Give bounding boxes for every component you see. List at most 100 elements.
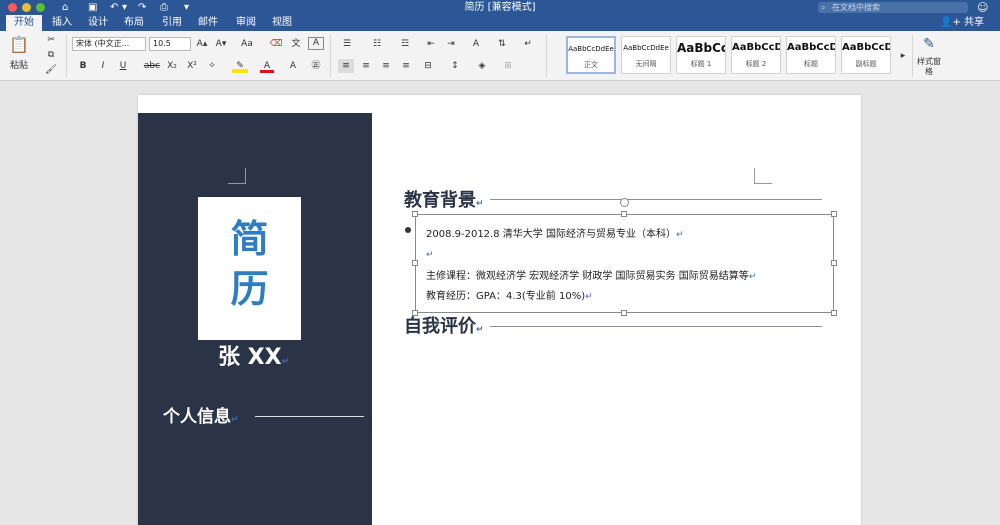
education-line[interactable]: 2008.9-2012.8 清华大学 国际经济与贸易专业（本科）↵ (426, 228, 684, 242)
styles-pane-icon[interactable]: ✎ (918, 35, 940, 53)
subscript-button[interactable]: X₂ (164, 59, 180, 73)
copy-icon[interactable]: ⧉ (44, 48, 58, 62)
change-case-button[interactable]: Aa (238, 37, 256, 51)
personal-info-rule (255, 416, 364, 417)
resize-handle[interactable] (831, 310, 837, 316)
paragraph-mark-icon: ↵ (426, 250, 434, 260)
justify-icon[interactable]: ≡ (398, 59, 414, 73)
self-evaluation-rule (490, 326, 822, 327)
styles-gallery-more-icon[interactable]: ▸ (898, 49, 908, 63)
character-border-button[interactable]: A (308, 37, 324, 50)
style-label: 标题 1 (690, 60, 712, 68)
decrease-indent-icon[interactable]: ⇤ (424, 37, 438, 51)
empty-paragraph[interactable]: ↵ (426, 248, 434, 262)
style-preview: AaBbCcD (842, 42, 890, 53)
show-marks-icon[interactable]: ↵ (520, 37, 536, 51)
resize-handle[interactable] (621, 211, 627, 217)
char-shading-icon[interactable]: A (286, 59, 300, 73)
tab-layout[interactable]: 布局 (118, 15, 150, 31)
tab-insert[interactable]: 插入 (46, 15, 78, 31)
self-evaluation-heading[interactable]: 自我评价↵ (404, 315, 484, 342)
shrink-font-button[interactable]: A▾ (213, 37, 229, 51)
search-input[interactable]: ⌕ 在文档中搜索 (818, 2, 968, 13)
sort-icon[interactable]: ⇅ (494, 37, 510, 51)
crop-mark (228, 168, 246, 184)
resize-handle[interactable] (621, 310, 627, 316)
tab-view[interactable]: 视图 (266, 15, 298, 31)
tab-mailings[interactable]: 邮件 (192, 15, 224, 31)
style-subtitle[interactable]: AaBbCcD 副标题 (841, 36, 891, 74)
style-label: 标题 (804, 60, 818, 68)
style-preview: AaBbCcD (732, 42, 780, 53)
crop-mark (754, 168, 772, 184)
divider (912, 35, 913, 77)
strikethrough-button[interactable]: abc (142, 59, 162, 73)
resize-handle[interactable] (412, 211, 418, 217)
title-bar: ⌂ ▣ ↶ ▾ ↷ ⎙ ▾ 简历 [兼容模式] ⌕ 在文档中搜索 ☺ (0, 0, 1000, 15)
resize-handle[interactable] (412, 260, 418, 266)
courses-line[interactable]: 主修课程：微观经济学 宏观经济学 财政学 国际贸易实务 国际贸易结算等↵ (426, 270, 756, 284)
multilevel-list-icon[interactable]: ☲ (396, 37, 414, 51)
paste-label[interactable]: 粘贴 (4, 59, 34, 73)
share-label: 共享 (964, 17, 985, 28)
divider (66, 35, 67, 77)
cut-icon[interactable]: ✂ (44, 33, 58, 47)
tab-references[interactable]: 引用 (156, 15, 188, 31)
paste-icon[interactable]: 📋 (8, 35, 30, 55)
style-heading-2[interactable]: AaBbCcD 标题 2 (731, 36, 781, 74)
education-line-text: 2008.9-2012.8 清华大学 国际经济与贸易专业（本科） (426, 229, 676, 240)
format-painter-icon[interactable]: 🖌 (44, 63, 58, 77)
style-heading-1[interactable]: AaBbCc 标题 1 (676, 36, 726, 74)
underline-button[interactable]: U (116, 59, 130, 73)
borders-icon[interactable]: ⊞ (500, 59, 516, 73)
paragraph-mark-icon: ↵ (281, 357, 290, 367)
education-rule (490, 199, 822, 200)
text-effects-icon[interactable]: ✧ (204, 59, 220, 73)
style-no-spacing[interactable]: AaBbCcDdEe 无间隔 (621, 36, 671, 74)
numbering-icon[interactable]: ☷ (368, 37, 386, 51)
anchor-icon[interactable] (405, 227, 411, 233)
style-label: 无间隔 (635, 60, 657, 68)
shading-icon[interactable]: ◈ (474, 59, 490, 73)
self-evaluation-text: 自我评价 (404, 316, 476, 337)
align-left-icon[interactable]: ≡ (338, 59, 354, 73)
distributed-icon[interactable]: ⊟ (420, 59, 436, 73)
align-center-icon[interactable]: ≡ (358, 59, 374, 73)
paragraph-mark-icon: ↵ (675, 230, 684, 240)
ribbon-tabs: 开始 插入 设计 布局 引用 邮件 审阅 视图 👤+ 共享 (0, 15, 1000, 31)
resize-handle[interactable] (831, 211, 837, 217)
style-normal[interactable]: AaBbCcDdEe 正文 (566, 36, 616, 74)
tab-review[interactable]: 审阅 (230, 15, 262, 31)
photo-box[interactable]: 简 历 (198, 197, 301, 340)
line-spacing-icon[interactable]: ↕ (446, 59, 464, 73)
align-right-icon[interactable]: ≡ (378, 59, 394, 73)
highlight-color-icon[interactable]: ✎ (232, 59, 248, 73)
phonetic-guide-button[interactable]: 文 (288, 37, 304, 51)
font-name-select[interactable]: 宋体 (中文正... (72, 37, 146, 51)
share-button[interactable]: 👤+ 共享 (940, 15, 984, 31)
tab-design[interactable]: 设计 (82, 15, 114, 31)
personal-info-text: 个人信息 (163, 407, 231, 427)
resize-handle[interactable] (831, 260, 837, 266)
font-color-button[interactable]: A (260, 59, 274, 73)
bold-button[interactable]: B (76, 59, 90, 73)
rotate-handle-icon[interactable] (620, 198, 629, 207)
asian-layout-icon[interactable]: A (468, 37, 484, 51)
clear-formatting-icon[interactable]: ⌫ (268, 37, 284, 51)
experience-line[interactable]: 教育经历：GPA：4.3(专业前 10%)↵ (426, 290, 593, 304)
italic-button[interactable]: I (96, 59, 110, 73)
tab-home[interactable]: 开始 (6, 15, 42, 31)
style-label: 标题 2 (745, 60, 767, 68)
personal-info-heading[interactable]: 个人信息↵ (163, 405, 239, 432)
resume-name[interactable]: 张 XX↵ (218, 344, 289, 376)
style-preview: AaBbCcDdEe (568, 45, 614, 53)
superscript-button[interactable]: X² (184, 59, 200, 73)
font-size-select[interactable]: 10.5 (149, 37, 191, 51)
feedback-smiley-icon[interactable]: ☺ (977, 1, 988, 14)
style-title[interactable]: AaBbCcD 标题 (786, 36, 836, 74)
grow-font-button[interactable]: A▴ (194, 37, 210, 51)
styles-pane-button[interactable]: 样式窗格 (914, 57, 944, 77)
enclose-characters-icon[interactable]: ㊣ (308, 59, 324, 73)
increase-indent-icon[interactable]: ⇥ (444, 37, 458, 51)
bullets-icon[interactable]: ☰ (338, 37, 356, 51)
